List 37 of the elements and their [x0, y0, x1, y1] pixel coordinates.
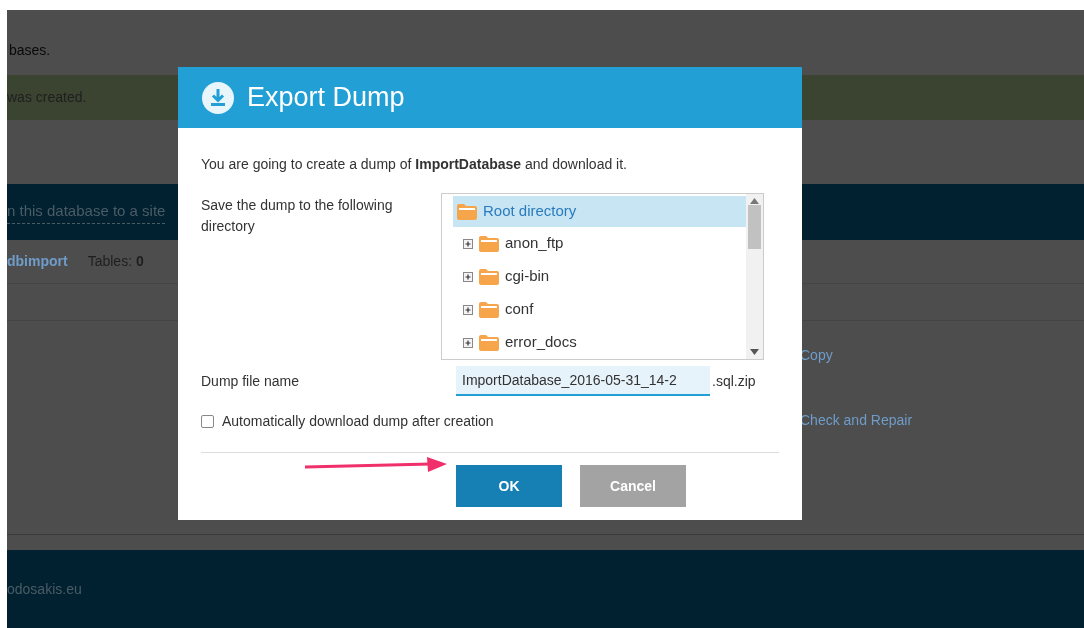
- tree-item[interactable]: Root directory: [453, 196, 746, 227]
- intro-text: bases.: [8, 41, 51, 60]
- footer-bar: odosakis.eu: [7, 550, 1084, 628]
- tree-item-label: Root directory: [483, 201, 577, 222]
- tree-item[interactable]: anon_ftp: [459, 227, 746, 260]
- download-icon: [201, 80, 235, 115]
- dialog-title: Export Dump: [247, 81, 405, 115]
- directory-label: Save the dump to the following directory: [201, 196, 394, 236]
- assign-link[interactable]: n this database to a site: [7, 200, 166, 224]
- scroll-down-icon[interactable]: [750, 349, 759, 355]
- folder-icon: [479, 235, 499, 252]
- dialog-intro: You are going to create a dump of ImportDatabase and download it.: [201, 155, 628, 174]
- expand-icon[interactable]: [463, 304, 473, 315]
- auto-download-label: Automatically download dump after creation: [222, 412, 494, 431]
- scroll-thumb[interactable]: [748, 204, 761, 249]
- folder-icon: [479, 334, 499, 351]
- tree-item[interactable]: cgi-bin: [459, 260, 746, 293]
- folder-icon: [479, 301, 499, 318]
- filename-suffix: .sql.zip: [712, 371, 756, 391]
- filename-input[interactable]: ImportDatabase_2016-05-31_14-2: [456, 366, 710, 396]
- tree-item-label: cgi-bin: [505, 266, 550, 287]
- scrollbar[interactable]: [746, 194, 763, 359]
- folder-icon: [457, 203, 477, 220]
- tree-item-label: anon_ftp: [505, 233, 564, 254]
- expand-icon[interactable]: [463, 238, 473, 249]
- auto-download-checkbox[interactable]: [201, 415, 214, 428]
- folder-icon: [479, 268, 499, 285]
- cancel-button[interactable]: Cancel: [580, 465, 686, 507]
- tree-item-label: error_docs: [505, 332, 577, 353]
- tree-item[interactable]: error_docs: [459, 326, 746, 359]
- expand-icon[interactable]: [463, 271, 473, 282]
- ok-button[interactable]: OK: [456, 465, 562, 507]
- tree-item-label: conf: [505, 299, 534, 320]
- expand-icon[interactable]: [463, 337, 473, 348]
- filename-label: Dump file name: [201, 371, 301, 391]
- database-link[interactable]: dbimport: [7, 251, 68, 272]
- tree-item[interactable]: conf: [459, 293, 746, 326]
